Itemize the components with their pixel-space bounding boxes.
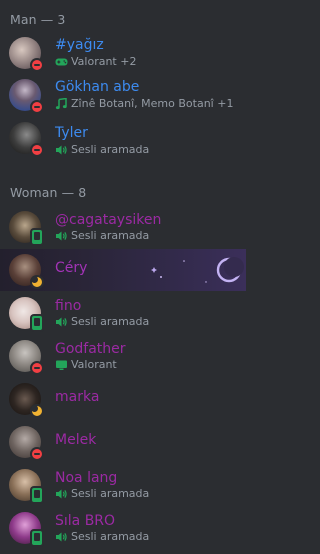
avatar[interactable] bbox=[9, 340, 44, 375]
speaker-icon bbox=[56, 145, 67, 154]
member-name: Godfather bbox=[55, 341, 126, 357]
speaker-icon bbox=[56, 532, 67, 541]
speaker-icon bbox=[56, 317, 67, 326]
activity-text: Sesli aramada bbox=[71, 229, 150, 242]
mobile-status-icon bbox=[30, 314, 44, 332]
group-header-man: Man — 3 bbox=[10, 12, 66, 27]
mobile-status-icon bbox=[30, 486, 44, 504]
member-name: #yağız bbox=[55, 37, 104, 53]
member-item[interactable]: Céry bbox=[0, 249, 246, 291]
group-header-woman: Woman — 8 bbox=[10, 185, 87, 200]
member-name: Gökhan abe bbox=[55, 79, 140, 95]
dnd-status-icon bbox=[30, 100, 44, 114]
avatar[interactable] bbox=[9, 254, 44, 289]
member-name: @cagataysiken bbox=[55, 212, 162, 228]
member-item[interactable]: fino Sesli aramada bbox=[0, 292, 246, 334]
member-name: Sıla BRO bbox=[55, 513, 116, 529]
member-item[interactable]: Tyler Sesli aramada bbox=[0, 117, 246, 159]
speaker-icon bbox=[56, 489, 67, 498]
member-activity: Zînê Botanî, Memo Botanî +1 bbox=[55, 97, 233, 110]
banner-moon-decoration bbox=[151, 257, 244, 283]
member-name: Noa lang bbox=[55, 470, 118, 486]
activity-text: Sesli aramada bbox=[71, 530, 150, 543]
member-activity: Sesli aramada bbox=[55, 487, 149, 500]
activity-text: Sesli aramada bbox=[71, 487, 150, 500]
avatar[interactable] bbox=[9, 122, 44, 157]
member-name: marka bbox=[55, 389, 100, 405]
member-name: Melek bbox=[55, 432, 97, 448]
idle-status-icon bbox=[30, 275, 44, 289]
speaker-icon bbox=[56, 231, 67, 240]
member-item[interactable]: marka bbox=[0, 378, 246, 420]
member-name: Céry bbox=[55, 260, 88, 276]
mobile-status-icon bbox=[30, 228, 44, 246]
member-item[interactable]: Gökhan abe Zînê Botanî, Memo Botanî +1 bbox=[0, 74, 246, 116]
activity-text: Sesli aramada bbox=[71, 143, 150, 156]
member-activity: Valorant bbox=[55, 358, 117, 371]
avatar[interactable] bbox=[9, 211, 44, 246]
member-item[interactable]: Melek bbox=[0, 421, 246, 463]
avatar[interactable] bbox=[9, 383, 44, 418]
screen-icon bbox=[56, 360, 67, 370]
member-name: fino bbox=[55, 298, 82, 314]
dnd-status-icon bbox=[30, 447, 44, 461]
activity-text: Valorant bbox=[71, 358, 117, 371]
avatar[interactable] bbox=[9, 79, 44, 114]
avatar[interactable] bbox=[9, 426, 44, 461]
activity-text: Valorant +2 bbox=[71, 55, 137, 68]
dnd-status-icon bbox=[30, 58, 44, 72]
member-activity: Sesli aramada bbox=[55, 315, 149, 328]
member-activity: Sesli aramada bbox=[55, 143, 149, 156]
avatar[interactable] bbox=[9, 469, 44, 504]
activity-text: Zînê Botanî, Memo Botanî +1 bbox=[71, 97, 234, 110]
member-activity: Valorant +2 bbox=[55, 55, 136, 68]
member-name: Tyler bbox=[55, 125, 88, 141]
member-list: Man — 3 #yağız Valorant +2 Gökhan abe Zî… bbox=[0, 0, 246, 554]
mobile-status-icon bbox=[30, 529, 44, 547]
member-item[interactable]: Noa lang Sesli aramada bbox=[0, 464, 246, 506]
idle-status-icon bbox=[30, 404, 44, 418]
member-item[interactable]: Sıla BRO Sesli aramada bbox=[0, 507, 246, 549]
music-note-icon bbox=[55, 97, 67, 109]
gamepad-icon bbox=[55, 58, 68, 65]
member-item[interactable]: Godfather Valorant bbox=[0, 335, 246, 377]
member-activity: Sesli aramada bbox=[55, 530, 149, 543]
avatar[interactable] bbox=[9, 297, 44, 332]
member-item[interactable]: #yağız Valorant +2 bbox=[0, 32, 246, 74]
avatar[interactable] bbox=[9, 512, 44, 547]
dnd-status-icon bbox=[30, 143, 44, 157]
avatar[interactable] bbox=[9, 37, 44, 72]
dnd-status-icon bbox=[30, 361, 44, 375]
member-activity: Sesli aramada bbox=[55, 229, 149, 242]
member-item[interactable]: @cagataysiken Sesli aramada bbox=[0, 206, 246, 248]
activity-text: Sesli aramada bbox=[71, 315, 150, 328]
